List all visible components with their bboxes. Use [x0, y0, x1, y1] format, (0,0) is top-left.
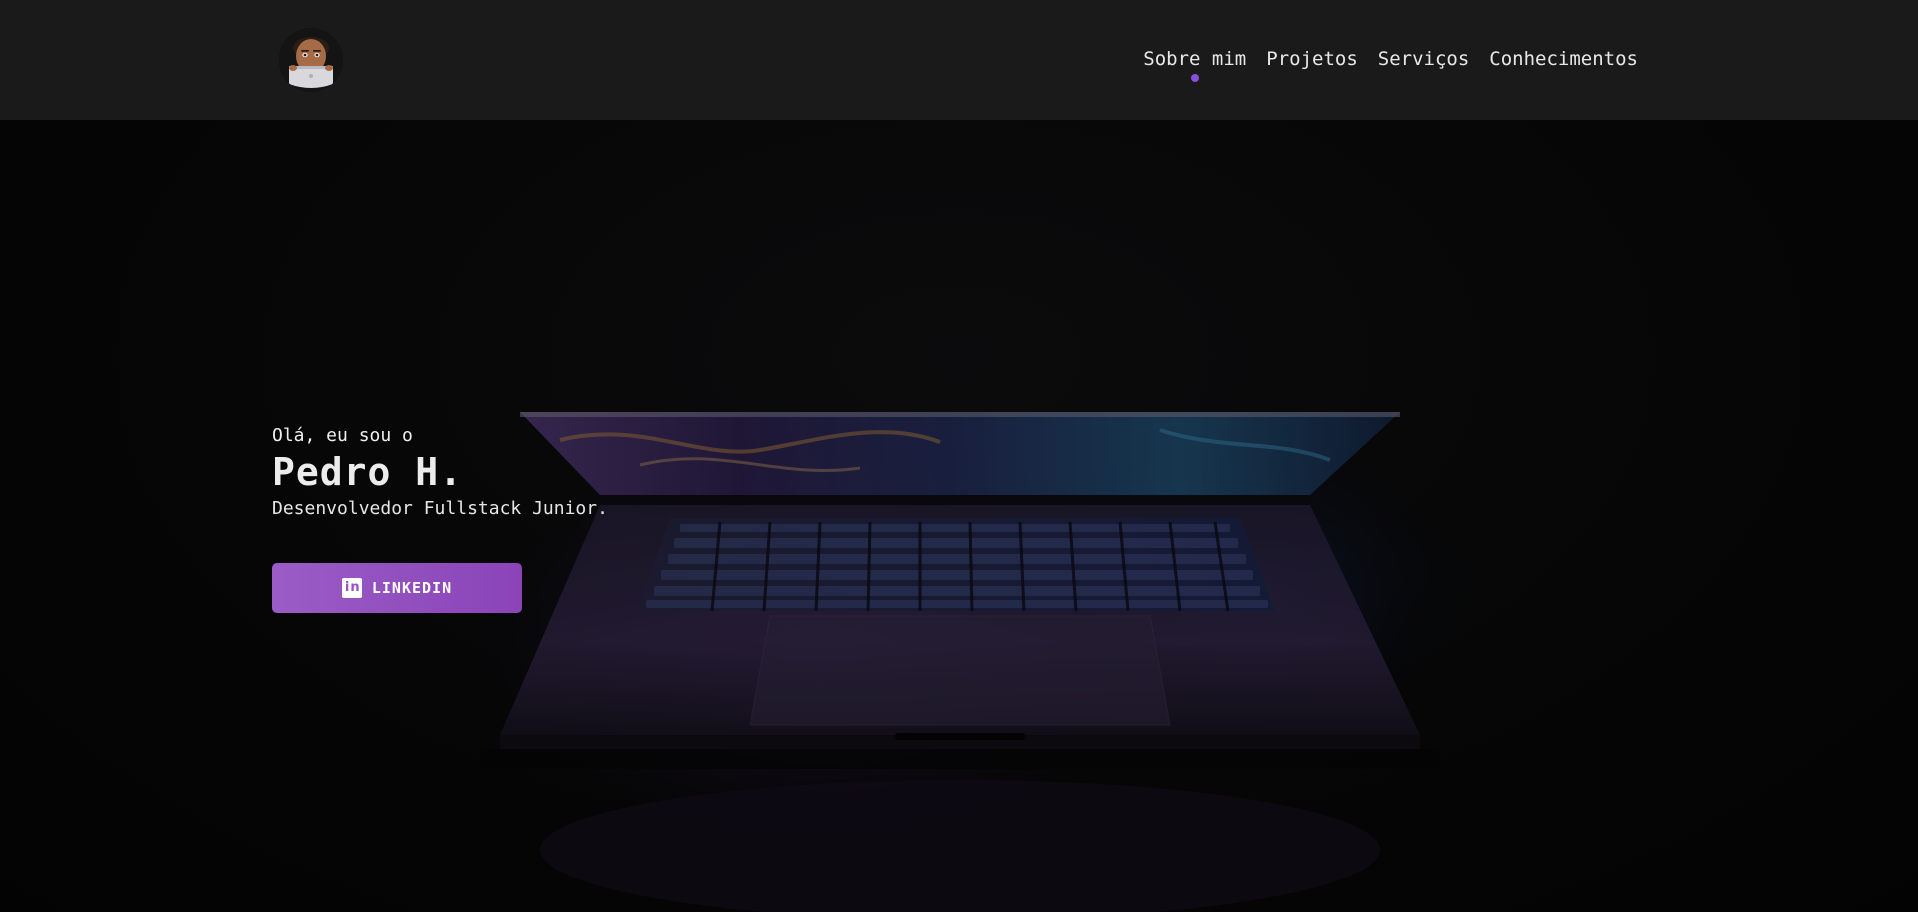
memoji-avatar-icon [279, 28, 343, 92]
site-header: Sobre mim Projetos Serviços Conhecimento… [0, 0, 1918, 120]
nav-item-label: Serviços [1377, 48, 1470, 70]
hero-intro: Olá, eu sou o Pedro H. Desenvolvedor Ful… [272, 425, 608, 519]
avatar[interactable] [279, 28, 343, 92]
hero-greeting: Olá, eu sou o [272, 425, 413, 446]
main-nav: Sobre mim Projetos Serviços Conhecimento… [1143, 48, 1638, 82]
nav-item-conhecimentos[interactable]: Conhecimentos [1489, 48, 1638, 70]
linkedin-button[interactable]: in LINKEDIN [272, 563, 522, 613]
active-indicator-dot [1190, 74, 1199, 82]
linkedin-button-label: LINKEDIN [371, 579, 453, 597]
linkedin-icon: in [341, 578, 362, 598]
nav-item-sobre-mim[interactable]: Sobre mim [1143, 48, 1247, 82]
nav-item-projetos[interactable]: Projetos [1266, 48, 1358, 70]
hero-name: Pedro H. [272, 450, 464, 494]
nav-item-label: Conhecimentos [1489, 48, 1638, 70]
nav-item-label: Sobre mim [1143, 48, 1247, 70]
hero-role: Desenvolvedor Fullstack Junior. [272, 498, 608, 519]
nav-item-label: Projetos [1266, 48, 1358, 70]
hero-section: Olá, eu sou o Pedro H. Desenvolvedor Ful… [0, 120, 1918, 912]
nav-item-servicos[interactable]: Serviços [1378, 48, 1470, 70]
